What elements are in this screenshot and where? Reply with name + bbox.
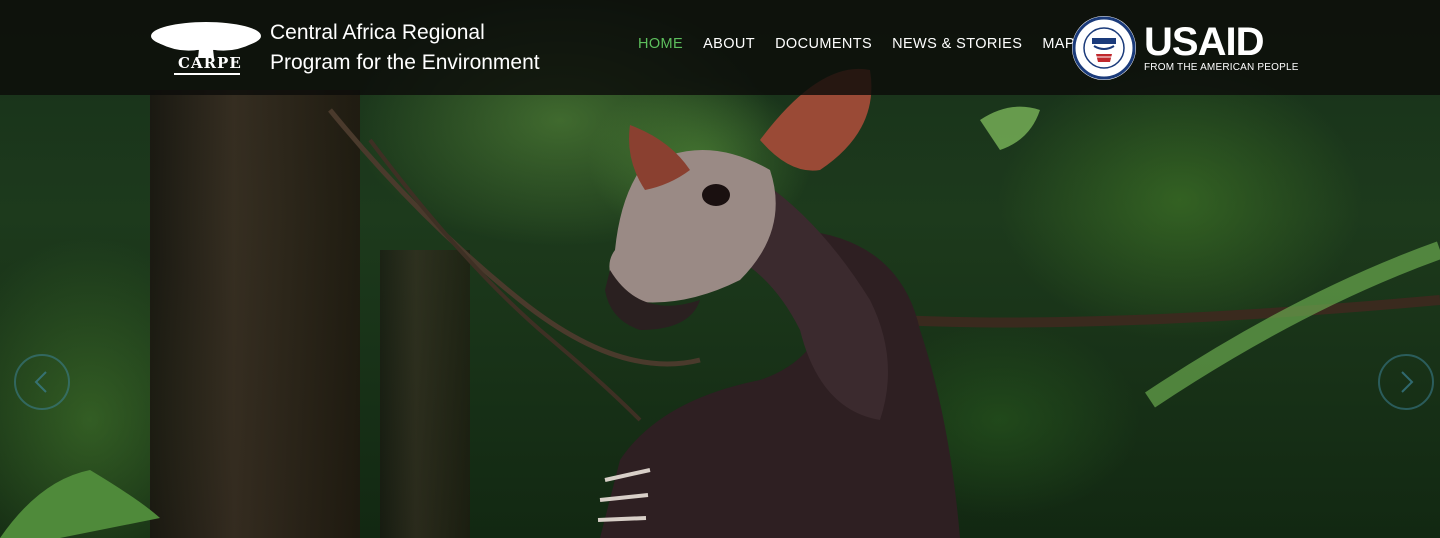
site-title: Central Africa Regional Program for the … bbox=[270, 18, 540, 78]
carpe-logo-text: CARPE bbox=[178, 54, 242, 72]
usaid-seal-icon bbox=[1072, 16, 1136, 80]
usaid-logo-link[interactable]: USAID FROM THE AMERICAN PEOPLE bbox=[1072, 14, 1302, 80]
nav-item-about[interactable]: ABOUT bbox=[703, 36, 755, 52]
nav-item-documents[interactable]: DOCUMENTS bbox=[775, 36, 872, 52]
usaid-tagline: FROM THE AMERICAN PEOPLE bbox=[1144, 62, 1299, 73]
main-nav: HOME ABOUT DOCUMENTS NEWS & STORIES MAPS bbox=[638, 36, 1085, 52]
home-logo-link[interactable]: CARPE Central Africa Regional Program fo… bbox=[150, 16, 590, 80]
nav-item-news-stories[interactable]: NEWS & STORIES bbox=[892, 36, 1022, 52]
slider-prev-button[interactable] bbox=[14, 354, 70, 410]
usaid-wordmark: USAID bbox=[1144, 20, 1264, 64]
chevron-left-icon bbox=[34, 371, 47, 393]
slider-next-button[interactable] bbox=[1378, 354, 1434, 410]
chevron-right-icon bbox=[1401, 371, 1414, 393]
site-header: CARPE Central Africa Regional Program fo… bbox=[0, 0, 1440, 95]
nav-item-home[interactable]: HOME bbox=[638, 36, 683, 52]
site-title-line-2: Program for the Environment bbox=[270, 51, 540, 74]
site-title-line-1: Central Africa Regional bbox=[270, 21, 485, 44]
carpe-logo: CARPE bbox=[150, 18, 262, 78]
